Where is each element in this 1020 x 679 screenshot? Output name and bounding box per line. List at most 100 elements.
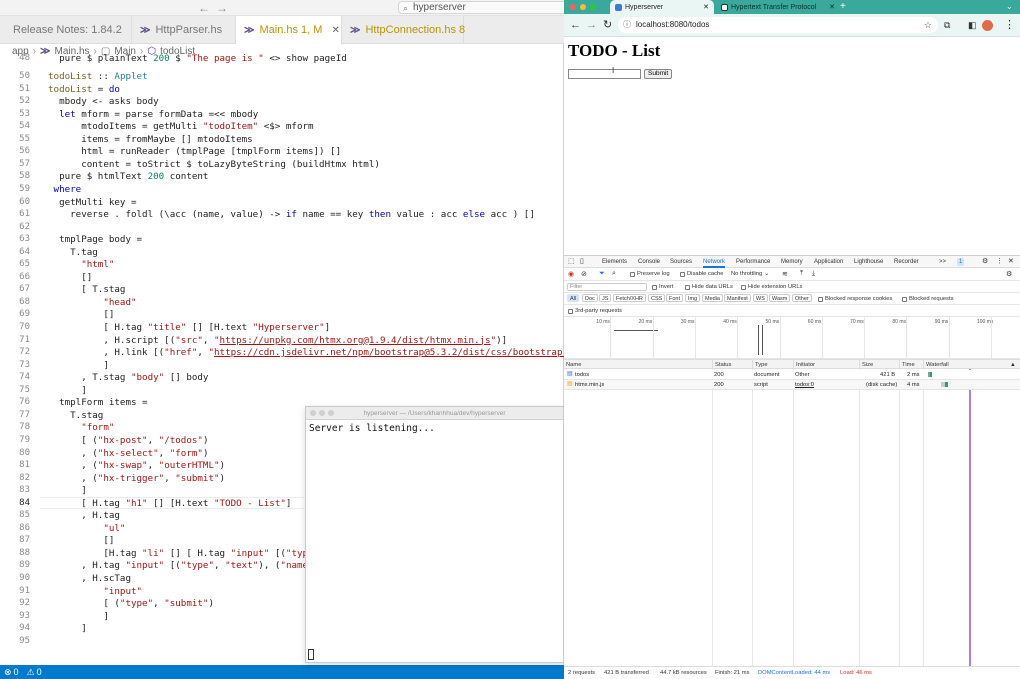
code-line[interactable]: ] — [48, 385, 87, 396]
code-line[interactable]: [] — [48, 272, 92, 283]
code-line[interactable]: [ ("type", "submit") — [48, 598, 214, 609]
side-panel-icon[interactable]: ◧ — [968, 18, 977, 32]
address-bar[interactable]: ⓘ localhost:8080/todos ☆ — [618, 17, 938, 33]
code-line[interactable]: [ T.stag — [48, 284, 125, 295]
code-line[interactable]: todoList = do — [48, 84, 120, 95]
type-filter-media[interactable]: Media — [702, 294, 723, 302]
checkbox[interactable] — [680, 271, 685, 277]
type-filter-other[interactable]: Other — [792, 294, 812, 302]
preserve-log-toggle[interactable]: Preserve log — [630, 271, 670, 277]
tab-httpconnection[interactable]: ≫ HttpConnection.hs 8 — [342, 16, 465, 44]
code-line[interactable]: items = fromMaybe [] mtodoItems — [48, 134, 252, 145]
code-line[interactable]: tmplPage body = — [48, 234, 142, 245]
settings-gear-icon[interactable]: ⚙ — [1006, 270, 1012, 278]
code-line[interactable]: [ H.tag "h1" [] [H.text "TODO - List"] — [48, 498, 291, 509]
code-line[interactable]: T.tag — [48, 247, 98, 258]
close-icon[interactable]: ✕ — [331, 25, 339, 36]
issues-badge[interactable]: 1 — [957, 258, 965, 266]
type-filter-wasm[interactable]: Wasm — [769, 294, 791, 302]
column-type[interactable]: Type — [752, 360, 768, 370]
code-line[interactable]: [H.tag "li" [] [ H.tag "input" [("type",… — [48, 548, 335, 559]
code-line[interactable]: T.stag — [48, 410, 103, 421]
type-filter-ws[interactable]: WS — [753, 294, 768, 302]
browser-tab-http[interactable]: Hypertext Transfer Protocol ✕ — [716, 0, 840, 14]
type-filter-fetch[interactable]: Fetch/XHR — [613, 294, 646, 302]
request-initiator-link[interactable]: todos:0 — [795, 382, 814, 388]
tab-memory[interactable]: Memory — [781, 256, 803, 268]
column-size[interactable]: Size — [859, 360, 873, 370]
warning-icon[interactable]: ⚠ — [27, 667, 35, 678]
command-center-search[interactable]: ⌕ hyperserver — [398, 1, 564, 14]
back-arrow-icon[interactable]: ← — [198, 1, 210, 15]
reload-icon[interactable]: ↻ — [603, 18, 612, 32]
filter-input[interactable]: Filter — [567, 283, 647, 291]
code-line[interactable]: "head" — [48, 297, 136, 308]
new-tab-icon[interactable]: + — [840, 0, 846, 13]
third-party-toggle[interactable]: 3rd-party requests — [568, 308, 622, 314]
download-icon[interactable]: ⤓ — [812, 270, 815, 278]
avatar[interactable] — [982, 20, 993, 31]
more-tabs-icon[interactable]: >> — [939, 256, 946, 268]
more-menu-icon[interactable]: ⋮ — [996, 256, 1003, 268]
terminal-window[interactable]: hyperserver — /Users/khanhhua/dev/hypers… — [305, 406, 564, 663]
search-icon[interactable]: ⌕ — [612, 270, 616, 278]
forward-arrow-icon[interactable]: → — [216, 1, 228, 15]
type-filter-img[interactable]: Img — [685, 294, 701, 302]
code-line[interactable]: pure $ htmlText 200 content — [48, 171, 208, 182]
submit-button[interactable]: Submit — [644, 69, 673, 79]
checkbox[interactable] — [741, 284, 746, 290]
code-line[interactable]: mbody <- asks body — [48, 96, 159, 107]
network-overview[interactable]: 10 ms 20 ms 30 ms 40 ms 50 ms 60 ms 70 ms 80 ms… — [564, 317, 1020, 359]
code-line[interactable]: where — [48, 184, 82, 195]
code-line[interactable]: "form" — [48, 422, 114, 433]
close-icon[interactable]: ✕ — [703, 3, 709, 11]
code-line[interactable]: content = toStrict $ toLazyByteString (b… — [48, 159, 380, 170]
close-window-button[interactable] — [310, 410, 316, 416]
throttling-select[interactable]: No throttling ⌄ — [731, 271, 769, 277]
code-line[interactable]: html = runReader (tmplPage [tmplForm ite… — [48, 146, 341, 157]
browser-tab-hyperserver[interactable]: Hyperserver ✕ — [610, 0, 714, 14]
code-line[interactable]: let mform = parse formData =<< mbody — [48, 109, 258, 120]
blocked-cookies-toggle[interactable]: Blocked response cookies — [818, 296, 892, 302]
error-icon[interactable]: ⊗ — [4, 667, 12, 678]
code-line[interactable]: ] — [48, 623, 87, 634]
column-name[interactable]: Name — [564, 360, 581, 370]
tab-httpparser[interactable]: ≫ HttpParser.hs — [132, 16, 236, 44]
close-icon[interactable]: ✕ — [829, 3, 835, 11]
tab-sources[interactable]: Sources — [670, 256, 692, 268]
checkbox[interactable] — [652, 284, 657, 290]
code-line[interactable]: tmplForm items = — [48, 397, 148, 408]
blocked-requests-toggle[interactable]: Blocked requests — [902, 296, 953, 302]
code-line[interactable]: "ul" — [48, 523, 125, 534]
code-line[interactable]: [ ("hx-post", "/todos") — [48, 435, 208, 446]
extensions-icon[interactable]: ⧉ — [944, 18, 950, 32]
disable-cache-toggle[interactable]: Disable cache — [680, 271, 723, 277]
code-line[interactable]: mtodoItems = getMulti "todoItem" <$> mfo… — [48, 121, 313, 132]
column-initiator[interactable]: Initiator — [793, 360, 815, 370]
tab-recorder[interactable]: Recorder — [894, 256, 919, 268]
column-waterfall[interactable]: Waterfall — [923, 360, 949, 370]
code-line[interactable]: , H.tag "input" [("type", "text"), ("nam… — [48, 560, 330, 571]
minimize-window-button[interactable] — [319, 410, 325, 416]
type-filter-all[interactable]: All — [567, 294, 580, 302]
code-line[interactable]: , H.scTag — [48, 573, 131, 584]
close-window-button[interactable] — [570, 4, 576, 10]
code-line[interactable]: , H.tag — [48, 510, 120, 521]
table-row[interactable]: ▤ htmx.min.js 200 script todos:0 (disk c… — [564, 380, 1020, 390]
tab-elements[interactable]: Elements — [602, 256, 627, 268]
tab-lighthouse[interactable]: Lighthouse — [854, 256, 883, 268]
code-line[interactable]: [ H.tag "title" [] [H.text "Hyperserver"… — [48, 322, 330, 333]
code-line[interactable]: , H.script [("src", "https://unpkg.com/h… — [48, 335, 507, 346]
checkbox[interactable] — [568, 308, 573, 314]
type-filter-manifest[interactable]: Manifest — [724, 294, 751, 302]
code-line[interactable]: ] — [48, 485, 87, 496]
close-icon[interactable]: ✕ — [1008, 256, 1014, 268]
code-line[interactable]: "html" — [48, 259, 114, 270]
upload-icon[interactable]: ⤒ — [800, 270, 803, 278]
code-line[interactable]: [] — [48, 309, 114, 320]
code-line[interactable]: , ("hx-swap", "outerHTML") — [48, 460, 225, 471]
code-line[interactable]: reverse . foldl (\acc (name, value) -> i… — [48, 209, 535, 220]
chevron-down-icon[interactable]: ⌄ — [1006, 2, 1013, 11]
settings-gear-icon[interactable]: ⚙ — [982, 256, 988, 268]
type-filter-font[interactable]: Font — [666, 294, 684, 302]
